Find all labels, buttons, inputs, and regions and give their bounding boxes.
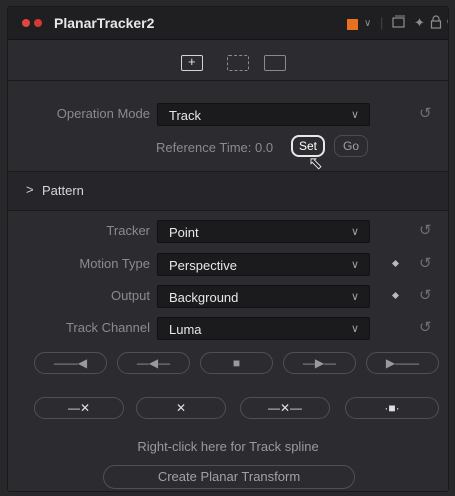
inspector-panel: PlanarTracker2 ∨ | ✦ ↺ Operation Mode Tr…: [7, 6, 449, 492]
create-planar-transform-label: Create Planar Transform: [157, 469, 301, 484]
set-button-label: Set: [298, 139, 317, 153]
settings-icon[interactable]: [264, 55, 286, 71]
output-dropdown[interactable]: Background ∨: [157, 285, 370, 308]
operation-mode-reset-icon[interactable]: ↺: [419, 104, 432, 122]
operation-mode-dropdown[interactable]: Track ∨: [157, 103, 370, 126]
delete-track-after-button[interactable]: —✕—: [240, 397, 330, 419]
tracker-label: Tracker: [106, 223, 150, 238]
track-to-end-icon: ▶——: [385, 356, 420, 370]
chevron-right-icon: >: [26, 182, 34, 197]
stop-icon: ■: [232, 356, 241, 370]
lock-icon[interactable]: [430, 15, 442, 32]
delete-track-before-button[interactable]: —✕: [34, 397, 124, 419]
pin-icon[interactable]: ✦: [414, 15, 425, 31]
track-channel-label: Track Channel: [65, 320, 150, 335]
tracker-dropdown[interactable]: Point ∨: [157, 220, 370, 243]
motion-type-dropdown[interactable]: Perspective ∨: [157, 253, 370, 276]
operation-mode-value: Track: [169, 108, 202, 123]
reset-node-icon[interactable]: ↺: [446, 14, 448, 30]
reference-time-label: Reference Time: 0.0: [156, 140, 274, 155]
tracker-value: Point: [169, 225, 199, 240]
track-to-start-icon: ——◀: [53, 356, 88, 370]
divider-bar: |: [380, 15, 384, 30]
output-reset-icon[interactable]: ↺: [419, 286, 432, 304]
track-forward-icon: —▶—: [302, 356, 337, 370]
node-title-bar[interactable]: PlanarTracker2 ∨ | ✦ ↺: [8, 7, 448, 40]
node-status-dot: [34, 19, 42, 27]
tracker-controls-icon[interactable]: [181, 54, 203, 71]
motion-type-label: Motion Type: [79, 256, 150, 271]
chevron-down-icon: ∨: [350, 259, 359, 271]
output-value: Background: [169, 290, 239, 305]
node-enable-dot[interactable]: [22, 19, 30, 27]
trim-track-button[interactable]: ·■·: [345, 397, 439, 419]
track-channel-dropdown[interactable]: Luma ∨: [157, 317, 370, 340]
delete-before-icon: —✕: [67, 401, 91, 415]
go-button-label: Go: [342, 139, 359, 153]
motion-type-value: Perspective: [169, 258, 237, 273]
motion-type-keyframe-icon[interactable]: [391, 259, 400, 268]
operation-mode-label: Operation Mode: [56, 106, 150, 121]
create-planar-transform-button[interactable]: Create Planar Transform: [103, 465, 355, 489]
node-title: PlanarTracker2: [54, 15, 155, 31]
track-to-start-button[interactable]: ——◀: [34, 352, 107, 374]
track-channel-reset-icon[interactable]: ↺: [419, 318, 432, 336]
node-color-swatch[interactable]: [347, 19, 358, 30]
output-keyframe-icon[interactable]: [391, 291, 400, 300]
chevron-down-icon[interactable]: ∨: [364, 18, 371, 29]
trim-icon: ·■·: [384, 401, 400, 415]
go-reference-time-button[interactable]: Go: [334, 135, 368, 157]
stop-tracking-button[interactable]: ■: [200, 352, 273, 374]
tracker-reset-icon[interactable]: ↺: [419, 221, 432, 239]
delete-track-button[interactable]: ✕: [136, 397, 226, 419]
motion-type-reset-icon[interactable]: ↺: [419, 254, 432, 272]
track-channel-value: Luma: [169, 322, 202, 337]
chevron-down-icon: ∨: [350, 109, 359, 121]
chevron-down-icon: ∨: [350, 226, 359, 238]
versions-icon[interactable]: [392, 15, 406, 32]
chevron-down-icon: ∨: [350, 323, 359, 335]
track-backward-icon: —◀—: [136, 356, 171, 370]
magic-wand-icon[interactable]: [227, 55, 249, 71]
delete-after-icon: —✕—: [267, 401, 303, 415]
inspector-tabs: [8, 40, 448, 81]
track-spline-hint[interactable]: Right-click here for Track spline: [8, 439, 448, 454]
chevron-down-icon: ∨: [350, 291, 359, 303]
track-backward-button[interactable]: —◀—: [117, 352, 190, 374]
divider: [8, 210, 448, 211]
pattern-section-label: Pattern: [42, 183, 84, 198]
output-label: Output: [110, 288, 150, 303]
delete-icon: ✕: [175, 401, 187, 415]
track-to-end-button[interactable]: ▶——: [366, 352, 439, 374]
pattern-section-header[interactable]: > Pattern: [8, 172, 448, 210]
track-forward-button[interactable]: —▶—: [283, 352, 356, 374]
